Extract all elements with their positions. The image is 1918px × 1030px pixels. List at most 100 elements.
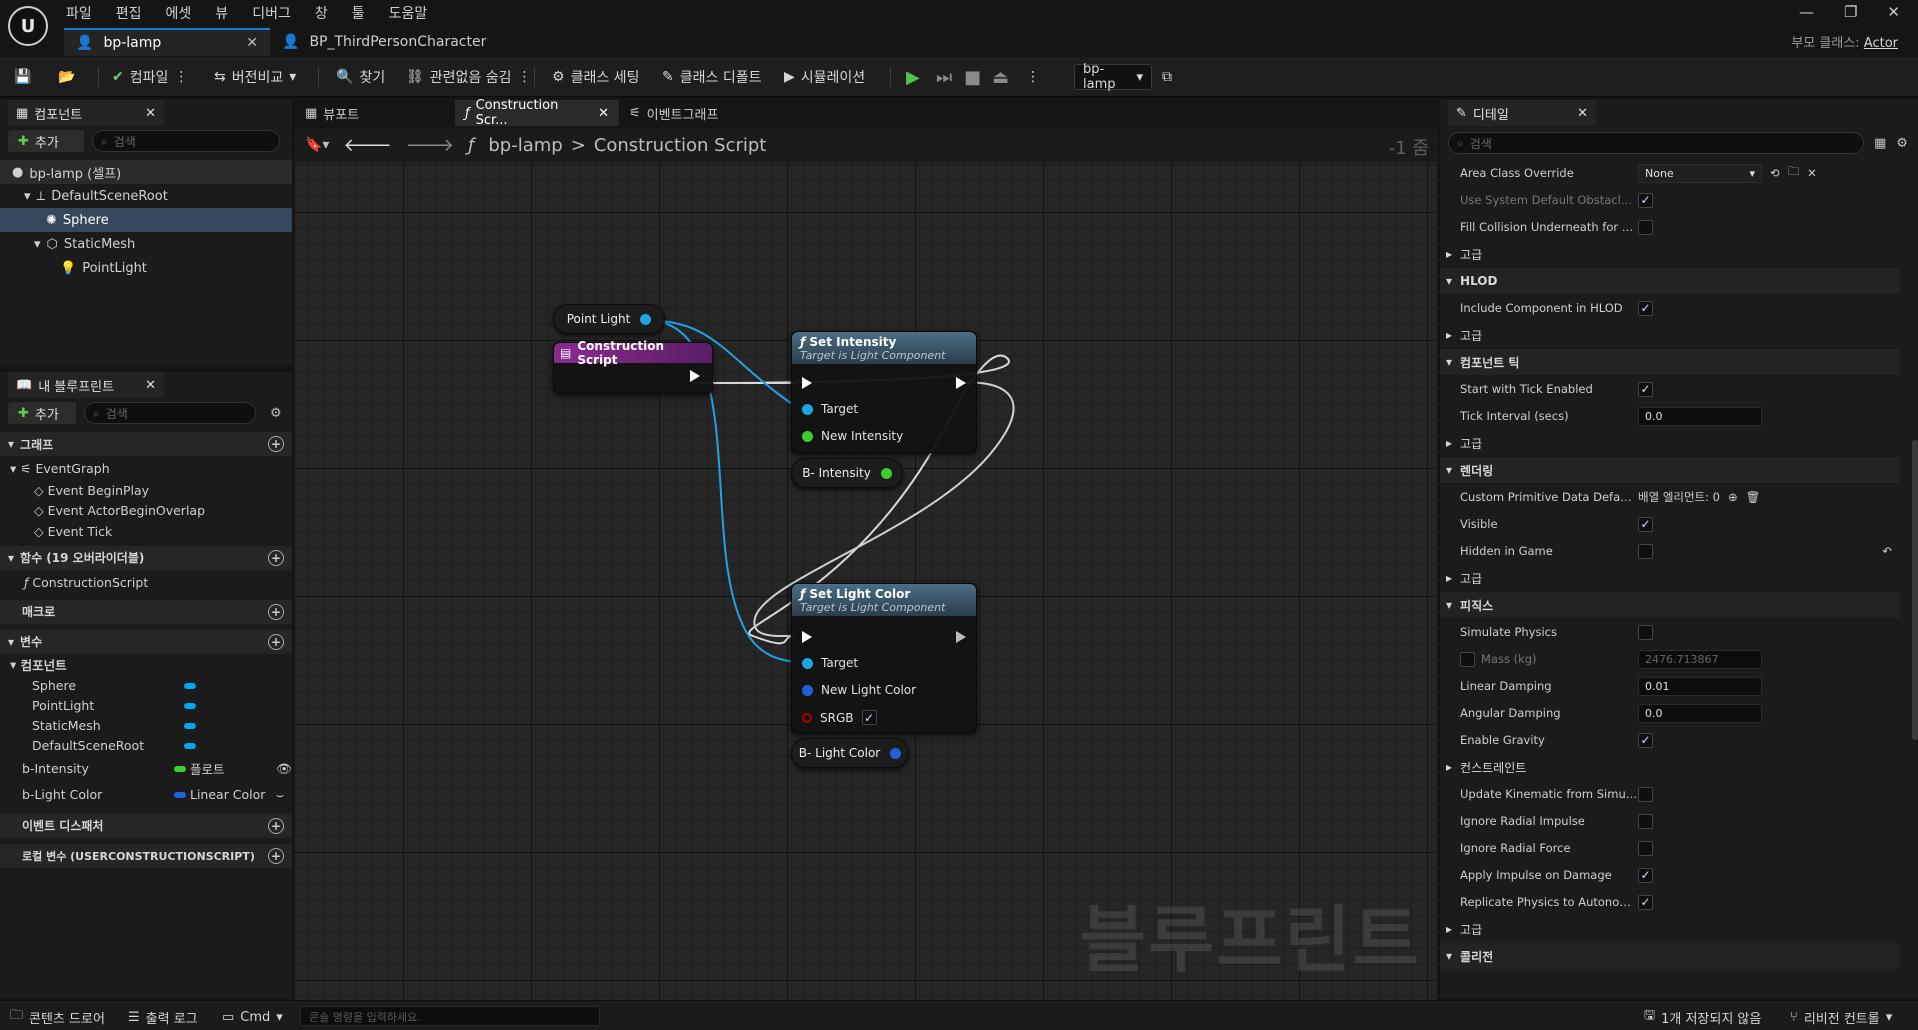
my-blueprint-search[interactable]: ⌕ 검색 [84, 402, 256, 424]
details-search[interactable]: ⌕ 검색 [1448, 132, 1864, 154]
browse-icon[interactable]: ⟲ [1770, 166, 1780, 180]
console-input[interactable]: 콘솔 명령을 입력하세요. [300, 1006, 600, 1026]
class-settings-button[interactable]: ⚙ 클래스 세팅 [552, 65, 639, 89]
property-checkbox[interactable]: ✓ [1638, 867, 1653, 883]
tab-viewport[interactable]: ▦ 뷰포트 [295, 100, 455, 126]
add-function-icon[interactable]: + [268, 549, 284, 566]
tab-construction-script[interactable]: ƒ Construction Scr... ✕ [455, 98, 619, 128]
property-number-input[interactable]: 0.0 [1638, 406, 1762, 426]
more-icon[interactable]: ⋮ [1026, 65, 1040, 89]
property-checkbox[interactable]: ✓ [1638, 381, 1653, 397]
property-checkbox[interactable]: ✓ [1638, 192, 1653, 208]
tab-bp-thirdpersoncharacter[interactable]: 👤 BP_ThirdPersonCharacter [270, 28, 498, 56]
variable-group-components[interactable]: ▾ 컴포넌트 [0, 654, 292, 676]
more-icon[interactable]: ⋮ [174, 69, 188, 85]
node-set-light-color[interactable]: ƒ Set Light Color Target is Light Compone… [791, 583, 977, 733]
class-defaults-button[interactable]: ✎ 클래스 디폴트 [662, 65, 761, 89]
category-header[interactable]: ▾ 콜리전 [1440, 943, 1900, 970]
add-member-button[interactable]: ✚ 추가 [8, 402, 76, 424]
advanced-toggle[interactable]: ▸ 고급 [1440, 565, 1900, 592]
unreal-logo-icon[interactable]: U [8, 6, 48, 46]
trash-icon[interactable]: 🗑 [1746, 490, 1761, 504]
my-blueprint-tab[interactable]: 📖 내 블루프린트 ✕ [8, 372, 164, 398]
node-b-light-color[interactable]: B- Light Color [791, 738, 909, 768]
tree-item-self[interactable]: ● bp-lamp (셀프) [0, 160, 292, 184]
simulation-button[interactable]: ▶ 시뮬레이션 [784, 65, 865, 89]
exec-out-pin[interactable] [956, 377, 966, 389]
tree-item-sphere[interactable]: ✺ Sphere [0, 208, 292, 232]
tab-event-graph[interactable]: ⚟ 이벤트그래프 [619, 100, 728, 126]
exec-out-pin[interactable] [690, 370, 700, 382]
exec-in-pin[interactable] [802, 377, 812, 389]
property-checkbox[interactable]: ✓ [1638, 732, 1653, 748]
add-variable-icon[interactable]: + [268, 633, 284, 650]
close-tab-icon[interactable]: ✕ [246, 35, 258, 51]
menu-item[interactable]: 툴 [352, 3, 365, 23]
close-tab-icon[interactable]: ✕ [1577, 106, 1588, 121]
forward-arrow-icon[interactable]: 🡒 [406, 135, 454, 156]
tree-item-defaultsceneroot[interactable]: ▾ ⟂ DefaultSceneRoot [0, 184, 292, 208]
variable-item[interactable]: b-Light Color Linear Color ⌣ [0, 782, 292, 808]
diff-button[interactable]: ⇆ 버전비교 ▾ [214, 65, 296, 89]
category-header[interactable]: ▾ HLOD [1440, 268, 1900, 295]
srgb-pin[interactable]: SRGB ✓ [802, 710, 877, 725]
add-macro-icon[interactable]: + [268, 603, 284, 620]
area-class-select[interactable]: None ▾ [1638, 163, 1762, 183]
cmd-select[interactable]: ▭ Cmd ▾ [222, 1005, 283, 1029]
mass-override-checkbox[interactable] [1460, 651, 1475, 667]
output-pin[interactable] [640, 313, 652, 325]
more-icon[interactable]: ⋮ [518, 69, 532, 85]
advanced-toggle[interactable]: ▸ 컨스트레인트 [1440, 754, 1900, 781]
gear-icon[interactable]: ⚙ [270, 406, 282, 421]
compile-button[interactable]: ✔ 컴파일 ⋮ [112, 65, 188, 89]
content-drawer-button[interactable]: 🗀 콘텐츠 드로어 [10, 1005, 105, 1029]
variable-item[interactable]: b-Intensity 플로트 👁 [0, 756, 292, 782]
close-icon[interactable]: ✕ [1807, 166, 1817, 180]
step-icon[interactable]: ⏭ [936, 65, 952, 89]
eye-icon[interactable]: 👁 [276, 761, 292, 777]
components-tab[interactable]: ▦ 컴포넌트 ✕ [8, 100, 164, 126]
restore-icon[interactable]: ❐ [1844, 3, 1857, 21]
property-number-input[interactable]: 0.0 [1638, 703, 1762, 723]
section-event-dispatchers[interactable]: 이벤트 디스패처 + [0, 813, 292, 838]
property-checkbox[interactable] [1638, 840, 1653, 856]
property-checkbox[interactable] [1638, 786, 1653, 802]
property-checkbox[interactable] [1638, 543, 1653, 559]
output-pin[interactable] [880, 467, 892, 479]
add-element-icon[interactable]: ⊕ [1728, 490, 1738, 504]
function-constructionscript[interactable]: ƒ ConstructionScript [0, 570, 292, 596]
back-arrow-icon[interactable]: 🡐 [343, 135, 391, 156]
property-checkbox[interactable] [1638, 813, 1653, 829]
event-item[interactable]: ◇ Event ActorBeginOverlap [0, 501, 292, 522]
bookmark-icon[interactable]: 🔖▾ [305, 137, 329, 153]
close-window-icon[interactable]: ✕ [1887, 3, 1900, 21]
category-header[interactable]: ▾ 피직스 [1440, 592, 1900, 619]
property-checkbox[interactable]: ✓ [1638, 516, 1653, 532]
components-search[interactable]: ⌕ 검색 [92, 130, 280, 152]
advanced-toggle[interactable]: ▸ 고급 [1440, 916, 1900, 943]
save-icon[interactable]: 💾 [14, 65, 31, 89]
target-pin[interactable]: Target [802, 656, 858, 670]
property-number-input[interactable]: 0.01 [1638, 676, 1762, 696]
unsaved-button[interactable]: 🖫 1개 저장되지 않음 [1644, 1005, 1761, 1029]
section-graphs[interactable]: ▾ 그래프 + [0, 432, 292, 456]
close-tab-icon[interactable]: ✕ [598, 106, 609, 121]
stop-icon[interactable]: ■ [964, 65, 981, 89]
component-variable[interactable]: StaticMesh [0, 716, 292, 736]
property-checkbox[interactable] [1638, 624, 1653, 640]
property-checkbox[interactable]: ✓ [1638, 894, 1653, 910]
event-item[interactable]: ◇ Event Tick [0, 521, 292, 542]
debug-object-select[interactable]: bp-lamp ▾ [1074, 62, 1152, 92]
parent-class-link[interactable]: Actor [1864, 36, 1898, 51]
new-light-color-pin[interactable]: New Light Color [802, 683, 916, 697]
add-dispatcher-icon[interactable]: + [268, 817, 284, 834]
component-variable[interactable]: PointLight [0, 696, 292, 716]
table-view-icon[interactable]: ▦ [1874, 136, 1886, 151]
exec-in-pin[interactable] [802, 631, 812, 643]
tree-item-pointlight[interactable]: 💡 PointLight [0, 256, 292, 280]
advanced-toggle[interactable]: ▸ 고급 [1440, 322, 1900, 349]
hide-unrelated-button[interactable]: ⛓ 관련없음 숨김 ⋮ [406, 65, 532, 89]
gear-icon[interactable]: ⚙ [1896, 136, 1908, 151]
section-macros[interactable]: 매크로 + [0, 599, 292, 624]
close-tab-icon[interactable]: ✕ [145, 106, 156, 121]
